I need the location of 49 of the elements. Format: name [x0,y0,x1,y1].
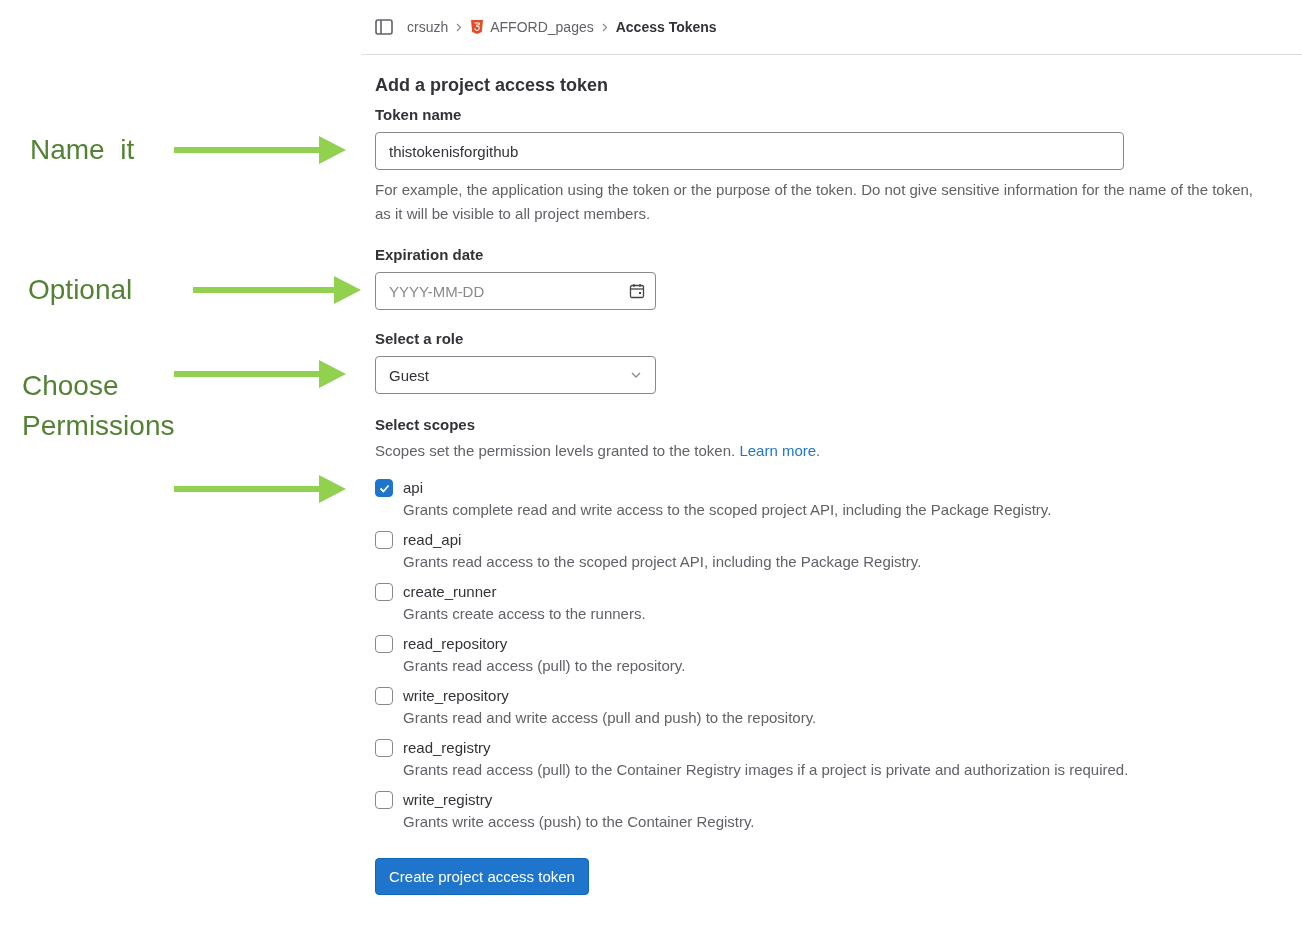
field-label: Expiration date [375,246,485,263]
arrow-icon [174,136,346,164]
annotation-text: Optional [28,273,133,307]
checkbox[interactable] [375,687,393,705]
arrow-icon [174,360,346,388]
date-field[interactable]: YYYY-MM-DD [375,272,656,310]
scope-description: Grants create access to the runners. [403,604,646,624]
chevron-icon [456,22,463,32]
field-label: Token name [375,106,463,123]
scope-description: Grants read access to the scoped project API, including the Package Registry. [403,552,922,572]
scope-name[interactable]: write_registry [403,789,755,811]
checkbox[interactable] [375,739,393,757]
breadcrumb-link[interactable]: crsuzh [407,19,449,35]
checkmark-icon [378,483,390,493]
shield-icon [470,19,485,35]
scope-name[interactable]: read_api [403,529,922,551]
scope-description: Grants read and write access (pull and push) to the repository. [403,708,817,728]
scope-description: Grants read access (pull) to the repository. [403,656,686,676]
annotation-text: Choose Permissions [22,369,176,443]
scope-description: Grants complete read and write access to the scoped project API, including the Package Registry. [403,500,1052,520]
checkbox[interactable] [375,635,393,653]
scopes-description: Scopes set the permission levels granted to the token. Learn more. [375,442,822,459]
arrow-icon [193,276,361,304]
scope-name[interactable]: api [403,477,1052,499]
scope-description: Grants read access (pull) to the Container Registry images if a project is private and authorization is required. [403,760,1129,780]
sidebar-toggle-icon[interactable] [375,19,393,35]
role-dropdown[interactable]: Guest [375,356,656,394]
create-token-button[interactable]: Create project access token [375,858,589,895]
chevron-down-icon [630,371,642,379]
scope-name[interactable]: read_registry [403,737,1129,759]
token-name-field[interactable]: thistokenisforgithub [375,132,1124,170]
checkbox[interactable] [375,531,393,549]
scope-name[interactable]: write_repository [403,685,817,707]
help-text: For example, the application using the token or the purpose of the token. Do not give sensitive information for the name of the token, as it will be visible to all project members. [375,180,1255,224]
chevron-icon [601,22,608,32]
field-label: Select scopes [375,416,477,433]
scope-name[interactable]: create_runner [403,581,646,603]
scope-description: Grants write access (push) to the Container Registry. [403,812,755,832]
field-label: Select a role [375,330,465,347]
learn-more-link[interactable]: Learn more. [739,442,821,459]
scope-name[interactable]: read_repository [403,633,686,655]
form-title: Add a project access token [375,75,610,96]
checkbox[interactable] [375,479,393,497]
calendar-icon[interactable] [629,283,645,299]
checkbox[interactable] [375,583,393,601]
breadcrumb-link[interactable]: AFFORD_pages [490,19,594,35]
annotation-text: Name it [30,133,135,167]
checkbox[interactable] [375,791,393,809]
breadcrumb-link[interactable]: Access Tokens [615,19,717,35]
